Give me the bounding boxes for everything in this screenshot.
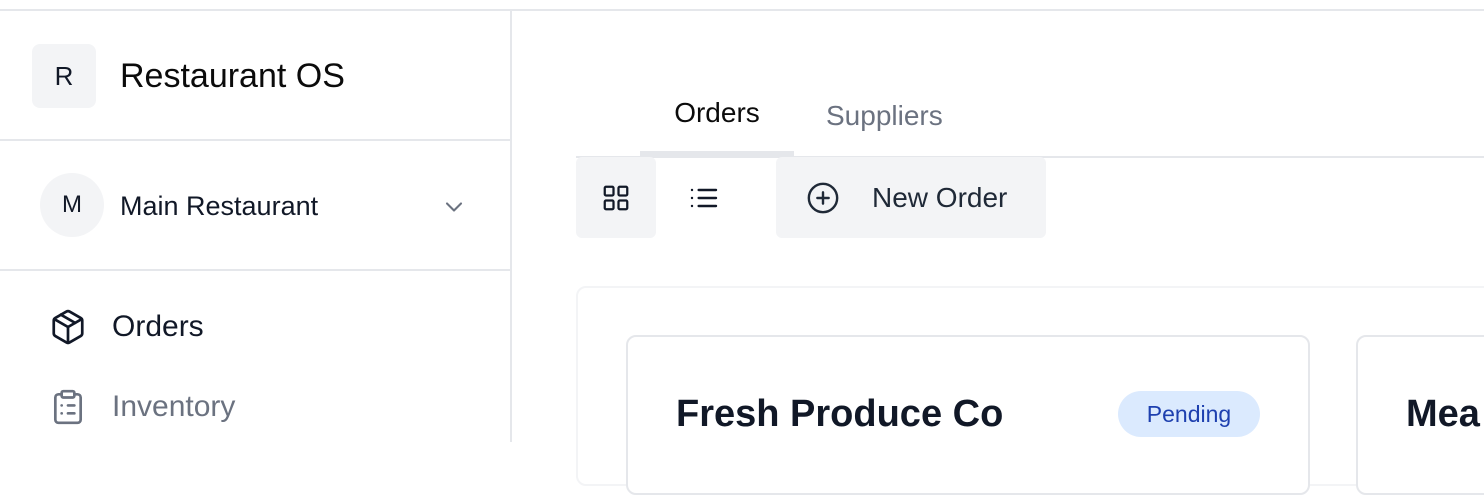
sidebar: R Restaurant OS M Main Restaurant Orders [0,11,512,442]
grid-icon [603,185,629,210]
main-content: Orders Suppliers New Order Fresh Produce… [512,11,1484,495]
sidebar-item-orders[interactable]: Orders [48,307,204,347]
new-order-button[interactable]: New Order [776,157,1046,238]
app-name: Restaurant OS [120,57,345,95]
list-view-button[interactable] [664,157,744,238]
package-icon [48,307,88,347]
window-top-border [0,0,1484,11]
restaurant-avatar: M [40,173,104,237]
brand-header: R Restaurant OS [0,11,510,141]
order-card[interactable]: Mea [1356,335,1484,495]
clipboard-list-icon [48,387,88,427]
tab-bar: Orders Suppliers [576,81,1484,158]
tab-suppliers[interactable]: Suppliers [826,100,943,159]
restaurant-switcher[interactable]: M Main Restaurant [0,141,510,271]
order-supplier-name: Mea [1406,393,1480,435]
restaurant-name: Main Restaurant [120,191,319,221]
chevron-down-icon[interactable] [440,193,468,221]
sidebar-item-label: Inventory [112,390,236,423]
brand-logo: R [32,44,96,108]
grid-view-button[interactable] [576,157,656,238]
list-icon [690,188,718,207]
tab-orders[interactable]: Orders [640,97,794,156]
sidebar-item-label: Orders [112,310,204,343]
order-supplier-name: Fresh Produce Co [676,393,1004,435]
new-order-label: New Order [872,181,1008,213]
order-card[interactable]: Fresh Produce Co Pending [626,335,1310,495]
plus-circle-icon [806,181,840,215]
status-badge: Pending [1118,391,1260,437]
orders-panel: Fresh Produce Co Pending Mea [576,286,1484,495]
sidebar-item-inventory[interactable]: Inventory [48,387,235,427]
